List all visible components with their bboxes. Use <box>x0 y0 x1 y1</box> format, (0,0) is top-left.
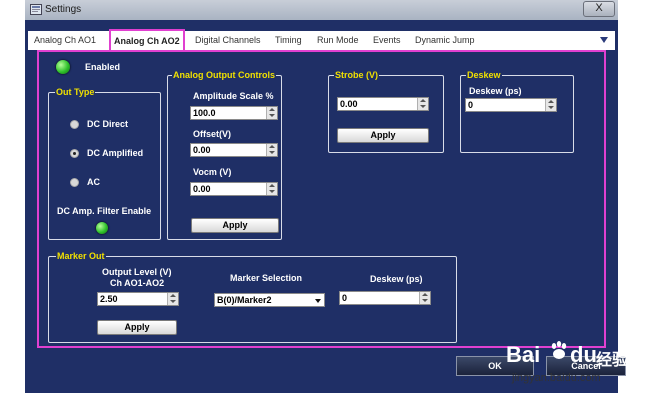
marker-out-apply-button[interactable]: Apply <box>97 320 177 335</box>
offset-label: Offset(V) <box>193 129 231 139</box>
amplitude-spinner-arrows-icon[interactable] <box>266 107 277 119</box>
strobe-title: Strobe (V) <box>334 70 380 80</box>
tab-analog-ch-ao2[interactable]: Analog Ch AO2 <box>109 29 185 51</box>
radio-dc-direct[interactable] <box>70 120 79 129</box>
marker-deskew-spinner-arrows-icon[interactable] <box>419 292 430 304</box>
deskew-title: Deskew <box>466 70 502 80</box>
dc-direct-label: DC Direct <box>87 119 129 129</box>
watermark-cn: 经验 <box>596 352 629 369</box>
marker-selection-label: Marker Selection <box>230 273 303 283</box>
tab-dynamic-jump[interactable]: Dynamic Jump <box>415 33 475 49</box>
dc-amplified-label: DC Amplified <box>87 148 144 158</box>
watermark-brand: Bai <box>506 342 541 367</box>
output-level-label: Output Level (V) <box>102 267 172 277</box>
tab-events[interactable]: Events <box>373 33 401 49</box>
watermark-url: jingyan.baidu.com <box>512 372 601 384</box>
close-button[interactable]: X <box>583 1 615 17</box>
offset-spinbox[interactable]: 0.00 <box>190 143 278 157</box>
deskew-spinner-arrows-icon[interactable] <box>545 99 556 111</box>
strobe-spinner-arrows-icon[interactable] <box>417 98 428 110</box>
marker-out-group: Marker Out Output Level (V) Ch AO1-AO2 2… <box>48 251 457 343</box>
marker-deskew-spinbox[interactable]: 0 <box>339 291 431 305</box>
tab-strip: Analog Ch AO1 Analog Ch AO2 Digital Chan… <box>28 29 615 51</box>
tab-analog-ch-ao1[interactable]: Analog Ch AO1 <box>34 33 96 49</box>
radio-dc-amplified[interactable] <box>70 149 79 158</box>
analog-output-controls-title: Analog Output Controls <box>172 70 276 80</box>
tab-timing[interactable]: Timing <box>275 33 302 49</box>
analog-ch-ao2-panel: Enabled Out Type DC Direct DC Amplified … <box>37 50 606 348</box>
vocm-label: Vocm (V) <box>193 167 232 177</box>
settings-app-icon <box>30 4 42 15</box>
strobe-group: Strobe (V) 0.00 Apply <box>328 70 444 153</box>
out-type-group: Out Type DC Direct DC Amplified AC DC Am… <box>48 87 161 240</box>
tab-run-mode[interactable]: Run Mode <box>317 33 359 49</box>
title-bar[interactable]: Settings X <box>25 0 618 20</box>
tabs-overflow-arrow-icon[interactable] <box>600 37 608 43</box>
offset-spinner-arrows-icon[interactable] <box>266 144 277 156</box>
vocm-spinbox[interactable]: 0.00 <box>190 182 278 196</box>
deskew-spinbox[interactable]: 0 <box>465 98 557 112</box>
radio-ac[interactable] <box>70 178 79 187</box>
strobe-apply-button[interactable]: Apply <box>337 128 429 143</box>
deskew-ps-label: Deskew (ps) <box>469 86 522 96</box>
ac-label: AC <box>87 177 100 187</box>
amplitude-scale-label: Amplitude Scale % <box>193 91 274 101</box>
window-title: Settings <box>45 4 82 15</box>
enabled-label: Enabled <box>85 62 121 72</box>
marker-selection-dropdown[interactable]: B(0)/Marker2 <box>214 293 325 307</box>
dc-amp-filter-led-toggle[interactable] <box>96 222 108 234</box>
analog-output-controls-group: Analog Output Controls Amplitude Scale %… <box>167 70 282 240</box>
baidu-paw-icon <box>551 341 567 359</box>
marker-out-title: Marker Out <box>56 251 106 261</box>
tab-digital-channels[interactable]: Digital Channels <box>195 33 261 49</box>
vocm-spinner-arrows-icon[interactable] <box>266 183 277 195</box>
chevron-down-icon[interactable] <box>315 299 321 303</box>
marker-deskew-label: Deskew (ps) <box>370 274 423 284</box>
out-type-title: Out Type <box>55 87 96 97</box>
watermark-brand-suffix: du <box>570 342 597 367</box>
output-level-spinbox[interactable]: 2.50 <box>97 292 179 306</box>
dc-amp-filter-label: DC Amp. Filter Enable <box>57 206 152 216</box>
enabled-led-toggle[interactable] <box>56 60 70 74</box>
strobe-spinbox[interactable]: 0.00 <box>337 97 429 111</box>
output-level-spinner-arrows-icon[interactable] <box>167 293 178 305</box>
deskew-group: Deskew Deskew (ps) 0 <box>460 70 574 153</box>
channels-label: Ch AO1-AO2 <box>110 278 165 288</box>
amplitude-scale-spinbox[interactable]: 100.0 <box>190 106 278 120</box>
analog-output-apply-button[interactable]: Apply <box>191 218 279 233</box>
